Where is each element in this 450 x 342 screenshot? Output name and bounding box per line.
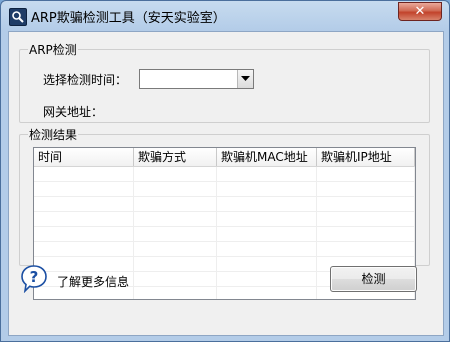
detect-time-select[interactable] — [139, 69, 254, 89]
window-title: ARP欺骗检测工具（安天实验室） — [31, 11, 226, 26]
column-header-ip[interactable]: 欺骗机IP地址 — [317, 148, 415, 166]
table-header: 时间 欺骗方式 欺骗机MAC地址 欺骗机IP地址 — [34, 148, 415, 167]
title-bar[interactable]: ARP欺骗检测工具（安天实验室） ✕ — [1, 1, 449, 31]
column-header-method[interactable]: 欺骗方式 — [134, 148, 217, 166]
dropdown-button[interactable] — [237, 70, 253, 88]
magnifier-icon — [9, 8, 27, 26]
detect-button[interactable]: 检测 — [330, 266, 417, 292]
arp-detect-legend: ARP检测 — [28, 41, 78, 58]
column-header-mac[interactable]: 欺骗机MAC地址 — [217, 148, 317, 166]
table-row — [34, 242, 415, 257]
close-icon: ✕ — [414, 4, 426, 19]
dialog-body: ARP检测 选择检测时间： 网关地址： 检测结果 时间 欺骗方式 欺骗机MAC地… — [8, 31, 444, 336]
close-button[interactable]: ✕ — [398, 2, 442, 21]
chevron-down-icon — [241, 76, 250, 81]
help-question-icon[interactable]: ? — [21, 265, 47, 294]
detect-time-label: 选择检测时间： — [43, 73, 128, 87]
arp-detect-group: ARP检测 选择检测时间： 网关地址： — [19, 41, 430, 123]
table-row — [34, 227, 415, 242]
gateway-label: 网关地址： — [43, 105, 104, 119]
table-row — [34, 212, 415, 227]
table-row — [34, 182, 415, 197]
table-row — [34, 197, 415, 212]
table-row — [34, 167, 415, 182]
results-legend: 检测结果 — [28, 126, 79, 143]
learn-more-link[interactable]: 了解更多信息 — [57, 273, 129, 290]
column-header-time[interactable]: 时间 — [34, 148, 134, 166]
app-window: ARP欺骗检测工具（安天实验室） ✕ ARP检测 选择检测时间： 网关地址： 检… — [0, 0, 450, 342]
svg-text:?: ? — [30, 268, 39, 286]
